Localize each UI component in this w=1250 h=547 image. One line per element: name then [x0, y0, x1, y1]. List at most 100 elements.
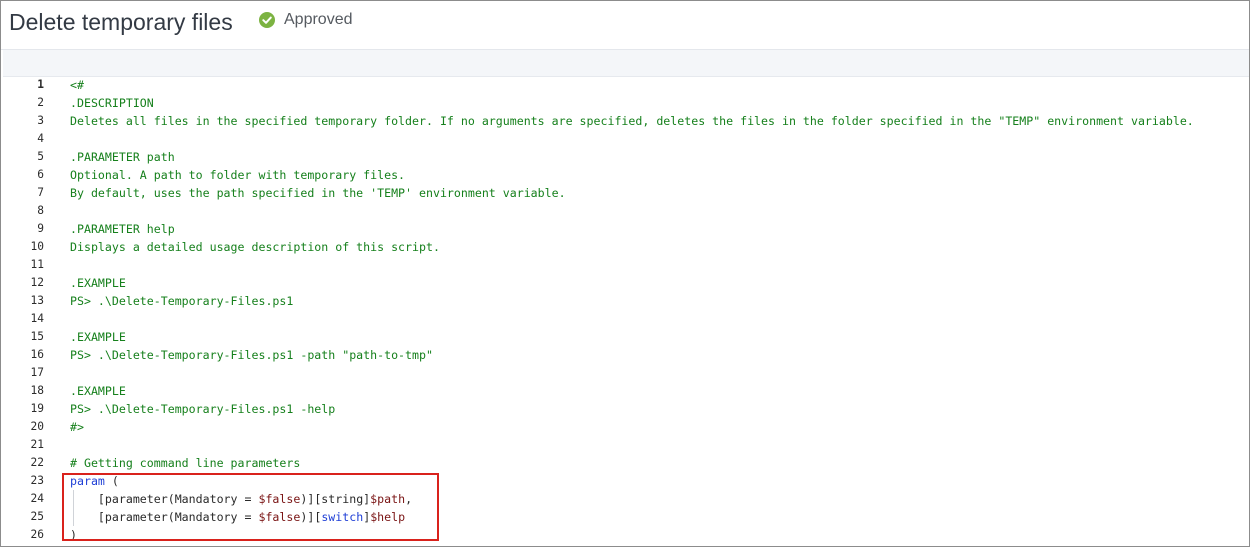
- line-number: 13: [30, 294, 44, 307]
- check-circle-icon: [259, 12, 275, 28]
- editor-toolbar-band: [3, 50, 1249, 77]
- code-line[interactable]: 4: [3, 130, 1249, 148]
- code-token: .EXAMPLE: [70, 276, 126, 290]
- status-label: Approved: [284, 11, 353, 28]
- code-token: #>: [70, 420, 84, 434]
- code-text: [parameter(Mandatory = $false)][switch]$…: [70, 508, 405, 526]
- line-number: 5: [37, 150, 44, 163]
- line-number: 22: [30, 456, 44, 469]
- page-title: Delete temporary files: [9, 9, 233, 35]
- line-number: 24: [30, 492, 44, 505]
- code-line[interactable]: 10 Displays a detailed usage description …: [3, 238, 1249, 256]
- code-line[interactable]: 1 <#: [3, 76, 1249, 94]
- code-text: ): [70, 526, 77, 544]
- code-line[interactable]: 3 Deletes all files in the specified temp…: [3, 112, 1249, 130]
- code-text: By default, uses the path specified in t…: [70, 184, 566, 202]
- code-text: # Getting command line parameters: [70, 454, 300, 472]
- code-line[interactable]: 2 .DESCRIPTION: [3, 94, 1249, 112]
- code-token: <#: [70, 78, 84, 92]
- code-line[interactable]: 8: [3, 202, 1249, 220]
- code-line[interactable]: 6 Optional. A path to folder with tempora…: [3, 166, 1249, 184]
- line-number: 21: [30, 438, 44, 451]
- code-token: $help: [370, 510, 406, 524]
- code-line[interactable]: 23 param (: [3, 472, 1249, 490]
- code-line[interactable]: 16 PS> .\Delete-Temporary-Files.ps1 -path…: [3, 346, 1249, 364]
- line-number: 15: [30, 330, 44, 343]
- line-number: 19: [30, 402, 44, 415]
- code-text: .EXAMPLE: [70, 328, 126, 346]
- line-number: 10: [30, 240, 44, 253]
- code-token: Displays a detailed usage description of…: [70, 240, 440, 254]
- code-text: PS> .\Delete-Temporary-Files.ps1 -help: [70, 400, 335, 418]
- code-line[interactable]: 9 .PARAMETER help: [3, 220, 1249, 238]
- line-number: 7: [37, 186, 44, 199]
- line-number: 1: [37, 78, 44, 91]
- code-text: Displays a detailed usage description of…: [70, 238, 440, 256]
- code-line[interactable]: 21: [3, 436, 1249, 454]
- line-number: 2: [37, 96, 44, 109]
- code-token: param: [70, 474, 105, 488]
- script-header: Delete temporary files Approved: [1, 1, 1249, 50]
- code-token: ,: [405, 492, 413, 506]
- code-line[interactable]: 17: [3, 364, 1249, 382]
- status-badge: Approved: [259, 9, 353, 31]
- line-number: 6: [37, 168, 44, 181]
- code-token: [parameter(Mandatory =: [70, 510, 259, 524]
- code-text: .PARAMETER help: [70, 220, 175, 238]
- code-line[interactable]: 5 .PARAMETER path: [3, 148, 1249, 166]
- code-text: Optional. A path to folder with temporar…: [70, 166, 405, 184]
- code-text: .PARAMETER path: [70, 148, 175, 166]
- code-line[interactable]: 11: [3, 256, 1249, 274]
- code-line[interactable]: 22 # Getting command line parameters: [3, 454, 1249, 472]
- line-number: 8: [37, 204, 44, 217]
- code-text: <#: [70, 76, 84, 94]
- code-text: [parameter(Mandatory = $false)][string]$…: [70, 490, 412, 508]
- line-number: 11: [30, 258, 44, 271]
- code-token: $false: [258, 510, 301, 524]
- code-line[interactable]: 26): [3, 526, 1249, 544]
- code-text: param (: [70, 472, 119, 490]
- code-line[interactable]: 20 #>: [3, 418, 1249, 436]
- code-token: $false: [258, 492, 301, 506]
- code-token: .PARAMETER help: [70, 222, 175, 236]
- code-text: .EXAMPLE: [70, 274, 126, 292]
- code-token: $path: [370, 492, 406, 506]
- script-viewer-window: Delete temporary files Approved 1 <# 2 .DES…: [0, 0, 1250, 547]
- line-number: 18: [30, 384, 44, 397]
- code-editor[interactable]: 1 <# 2 .DESCRIPTION 3 Deletes all files in th…: [3, 77, 1249, 546]
- line-number: 20: [30, 420, 44, 433]
- code-token: PS> .\Delete-Temporary-Files.ps1 -path "…: [70, 348, 433, 362]
- code-line[interactable]: 19 PS> .\Delete-Temporary-Files.ps1 -help: [3, 400, 1249, 418]
- code-line[interactable]: 13 PS> .\Delete-Temporary-Files.ps1: [3, 292, 1249, 310]
- code-line[interactable]: 18 .EXAMPLE: [3, 382, 1249, 400]
- line-number: 26: [30, 528, 44, 541]
- code-text: .EXAMPLE: [70, 382, 126, 400]
- code-token: .PARAMETER path: [70, 150, 175, 164]
- code-token: (: [104, 474, 119, 488]
- indent-guide: [73, 490, 74, 526]
- code-token: PS> .\Delete-Temporary-Files.ps1 -help: [70, 402, 336, 416]
- code-line[interactable]: 25 [parameter(Mandatory = $false)][switc…: [3, 508, 1249, 526]
- code-line[interactable]: 7 By default, uses the path specified in …: [3, 184, 1249, 202]
- code-token: switch: [321, 510, 364, 524]
- code-text: #>: [70, 418, 84, 436]
- code-line[interactable]: 14: [3, 310, 1249, 328]
- line-number: 14: [30, 312, 44, 325]
- code-line[interactable]: 12 .EXAMPLE: [3, 274, 1249, 292]
- code-token: )][string]: [300, 492, 371, 506]
- code-token: )][: [300, 510, 322, 524]
- code-line[interactable]: 15 .EXAMPLE: [3, 328, 1249, 346]
- line-number: 3: [37, 114, 44, 127]
- code-token: Optional. A path to folder with temporar…: [70, 168, 406, 182]
- code-line[interactable]: 24 [parameter(Mandatory = $false)][strin…: [3, 490, 1249, 508]
- code-token: By default, uses the path specified in t…: [70, 186, 566, 200]
- line-number: 4: [37, 132, 44, 145]
- code-token: .DESCRIPTION: [70, 96, 154, 110]
- code-token: [parameter(Mandatory =: [70, 492, 259, 506]
- code-token: # Getting command line parameters: [70, 456, 301, 470]
- line-number: 16: [30, 348, 44, 361]
- code-token: .EXAMPLE: [70, 330, 126, 344]
- line-number: 12: [30, 276, 44, 289]
- code-text: PS> .\Delete-Temporary-Files.ps1: [70, 292, 293, 310]
- code-text: .DESCRIPTION: [70, 94, 154, 112]
